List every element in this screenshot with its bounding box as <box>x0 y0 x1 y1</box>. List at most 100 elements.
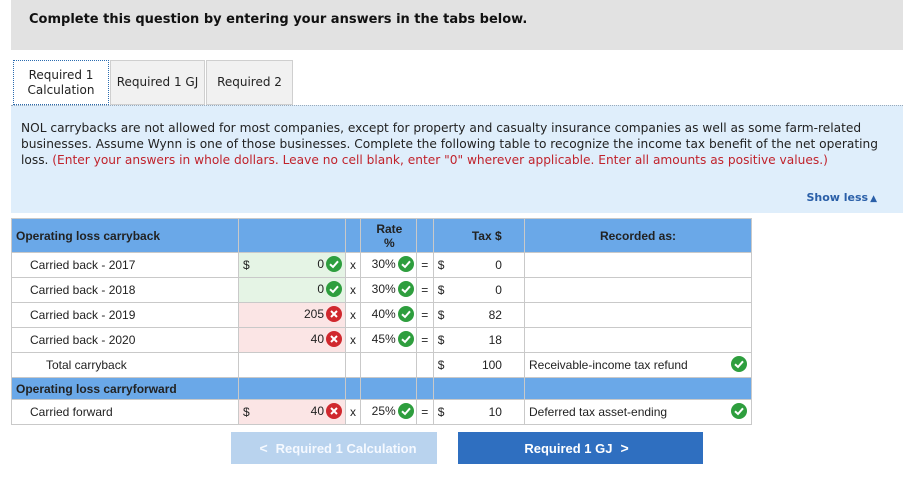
table-row: Carried back - 2017 $ 0 x 30% = $ 0 <box>11 252 753 278</box>
amount-value: 0 <box>317 257 325 272</box>
header-rate-line1: Rate <box>376 221 403 236</box>
recorded-value: Deferred tax asset-ending <box>528 405 668 419</box>
rate-input[interactable]: 25% <box>360 399 417 425</box>
tab-required-2[interactable]: Required 2 <box>206 60 293 105</box>
tax-value: 82 <box>449 302 525 328</box>
times-sign: x <box>345 327 361 353</box>
recorded-value: Receivable-income tax refund <box>528 358 688 372</box>
amount-input[interactable]: 205 <box>255 302 347 328</box>
header-band: Complete this question by entering your … <box>11 0 903 50</box>
dollar-sign: $ <box>432 327 450 353</box>
table-header-row: Operating loss carryback Rate % Tax $ Re… <box>11 218 753 253</box>
rate-input[interactable]: 30% <box>360 252 417 278</box>
dollar-sign: $ <box>432 399 450 425</box>
tax-value: 100 <box>449 352 525 378</box>
header-rate: Rate % <box>360 218 417 253</box>
header-label: Operating loss carryback <box>11 218 239 253</box>
dollar-sign: $ <box>237 252 256 278</box>
table-row: Carried forward $ 40 x 25% = $ 10 Deferr… <box>11 399 753 425</box>
rate-input[interactable]: 30% <box>360 277 417 303</box>
check-icon <box>397 256 414 272</box>
row-label: Carried back - 2019 <box>11 302 239 328</box>
dollar-sign: $ <box>432 302 450 328</box>
recorded-as-select[interactable]: Deferred tax asset-ending <box>523 399 753 425</box>
section-label: Operating loss carryforward <box>11 377 239 400</box>
instructions-note: (Enter your answers in whole dollars. Le… <box>52 153 828 167</box>
chevron-left-icon: < <box>259 440 268 456</box>
times-sign: x <box>345 277 361 303</box>
table-row: Carried back - 2018 0 x 30% = $ 0 <box>11 277 753 303</box>
tab-label-line2: Calculation <box>27 82 95 97</box>
check-icon <box>731 356 747 372</box>
check-icon <box>397 331 414 347</box>
rate-value: 30% <box>371 282 396 297</box>
table-row: Carried back - 2019 205 x 40% = $ 82 <box>11 302 753 328</box>
times-sign: x <box>345 252 361 278</box>
equals-sign: = <box>415 302 434 328</box>
dollar-sign: $ <box>432 352 450 378</box>
times-sign: x <box>345 302 361 328</box>
page-title: Complete this question by entering your … <box>29 12 528 27</box>
triangle-up-icon: ▲ <box>870 194 877 204</box>
dollar-sign: $ <box>237 399 256 425</box>
row-label: Carried back - 2020 <box>11 327 239 353</box>
next-button[interactable]: Required 1 GJ > <box>458 432 703 464</box>
equals-sign: = <box>415 277 434 303</box>
header-rate-line2: % <box>384 235 395 250</box>
rate-value: 30% <box>371 257 396 272</box>
tax-value: 0 <box>449 277 525 303</box>
equals-sign: = <box>415 327 434 353</box>
recorded-as-select[interactable]: Receivable-income tax refund <box>523 352 753 378</box>
rate-input[interactable]: 45% <box>360 327 417 353</box>
rate-value: 25% <box>371 404 396 419</box>
show-less-link[interactable]: Show less ▲ <box>806 191 877 204</box>
row-label: Carried forward <box>11 399 239 425</box>
row-label: Carried back - 2018 <box>11 277 239 303</box>
header-recorded: Recorded as: <box>523 218 753 253</box>
tab-label: Required 2 <box>217 75 282 89</box>
instructions-panel: NOL carrybacks are not allowed for most … <box>11 105 903 213</box>
equals-sign: = <box>415 252 434 278</box>
check-icon <box>326 281 343 297</box>
rate-value: 40% <box>371 307 396 322</box>
tab-label-line1: Required 1 <box>28 67 94 82</box>
error-x-icon <box>326 331 343 347</box>
section-header-row: Operating loss carryforward <box>11 377 753 400</box>
equals-sign: = <box>415 399 434 425</box>
next-button-label: Required 1 GJ <box>524 440 613 456</box>
dollar-sign: $ <box>432 277 450 303</box>
instructions-text: NOL carrybacks are not allowed for most … <box>21 120 886 168</box>
tab-required-1-calculation[interactable]: Required 1 Calculation <box>13 60 109 105</box>
carryback-table: Operating loss carryback Rate % Tax $ Re… <box>11 218 753 425</box>
check-icon <box>397 403 414 419</box>
tab-label: Required 1 GJ <box>116 75 199 89</box>
tax-value: 10 <box>449 399 525 425</box>
show-less-label: Show less <box>806 191 869 204</box>
tab-required-1-gj[interactable]: Required 1 GJ <box>110 60 205 105</box>
amount-input[interactable]: 0 <box>255 277 347 303</box>
amount-input[interactable]: 0 <box>255 252 347 278</box>
prev-button-label: Required 1 Calculation <box>275 440 417 456</box>
table-row: Carried back - 2020 40 x 45% = $ 18 <box>11 327 753 353</box>
amount-input[interactable]: 40 <box>255 399 347 425</box>
prev-button[interactable]: < Required 1 Calculation <box>231 432 437 464</box>
dollar-sign: $ <box>432 252 450 278</box>
tax-value: 0 <box>449 252 525 278</box>
times-sign: x <box>345 399 361 425</box>
amount-value: 205 <box>303 307 325 322</box>
amount-input[interactable]: 40 <box>255 327 347 353</box>
check-icon <box>397 281 414 297</box>
check-icon <box>326 256 343 272</box>
amount-value: 40 <box>310 404 325 419</box>
error-x-icon <box>326 306 343 322</box>
total-row: Total carryback $ 100 Receivable-income … <box>11 352 753 378</box>
row-label: Carried back - 2017 <box>11 252 239 278</box>
check-icon <box>397 306 414 322</box>
amount-value: 40 <box>310 332 325 347</box>
row-label: Total carryback <box>11 352 239 378</box>
chevron-right-icon: > <box>620 440 629 456</box>
header-tax: Tax $ <box>449 218 525 253</box>
check-icon <box>731 403 747 419</box>
tax-value: 18 <box>449 327 525 353</box>
rate-input[interactable]: 40% <box>360 302 417 328</box>
